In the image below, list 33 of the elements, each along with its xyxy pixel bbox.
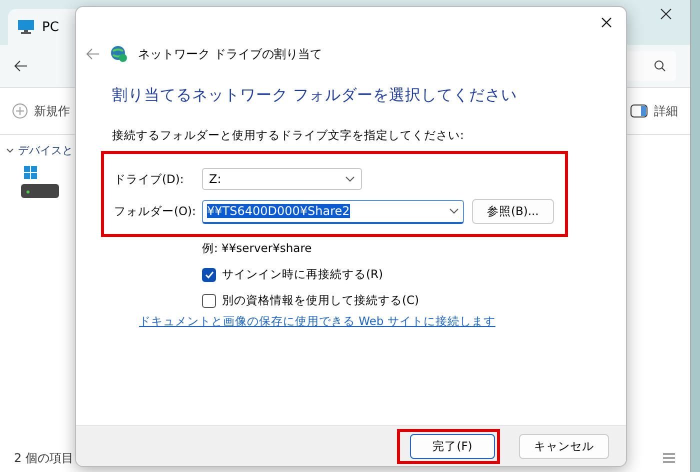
drive-dropdown[interactable]: Z: [202, 168, 362, 190]
back-button[interactable] [86, 48, 100, 60]
close-icon [601, 17, 612, 28]
dialog-title: ネットワーク ドライブの割り当て [138, 46, 322, 62]
back-arrow-icon[interactable] [14, 60, 28, 72]
instruction-text: 接続するフォルダーと使用するドライブ文字を指定してください: [112, 128, 465, 143]
drive-label: ドライブ(D): [114, 172, 185, 186]
sidebar-section[interactable]: デバイスと [18, 143, 73, 158]
search-icon [654, 60, 666, 72]
checkbox-option[interactable]: 別の資格情報を使用して接続する(C) [202, 293, 626, 308]
network-globe-icon [110, 45, 128, 63]
dialog-button[interactable]: キャンセル [519, 434, 609, 458]
details-button[interactable]: 詳細 [630, 102, 678, 120]
dialog-button[interactable]: 完了(F) [410, 434, 495, 458]
status-text: 2 個の項目 [14, 450, 74, 466]
close-icon[interactable] [660, 8, 672, 20]
browse-button[interactable]: 参照(B)... [472, 199, 554, 224]
chevron-down-icon [449, 208, 459, 214]
folder-combobox[interactable]: ¥¥TS6400D000¥Share2 [202, 200, 464, 224]
monitor-icon [18, 20, 34, 34]
dialog-heading: 割り当てるネットワーク フォルダーを選択してください [112, 85, 518, 106]
list-view-icon[interactable] [662, 452, 676, 464]
example-text: 例: ¥¥server¥share [202, 241, 313, 256]
panel-icon [630, 104, 648, 118]
chevron-down-icon[interactable] [6, 148, 14, 153]
plus-icon [12, 103, 28, 119]
drive-icon[interactable] [20, 166, 60, 200]
web-site-link[interactable]: ドキュメントと画像の保存に使用できる Web サイトに接続します [76, 314, 626, 329]
chevron-down-icon [345, 176, 355, 182]
checkbox-option[interactable]: サインイン時に再接続する(R) [202, 267, 626, 282]
folder-label: フォルダー(O): [114, 204, 197, 219]
checkmark-icon [204, 270, 214, 278]
new-button[interactable]: 新規作 [12, 102, 70, 120]
